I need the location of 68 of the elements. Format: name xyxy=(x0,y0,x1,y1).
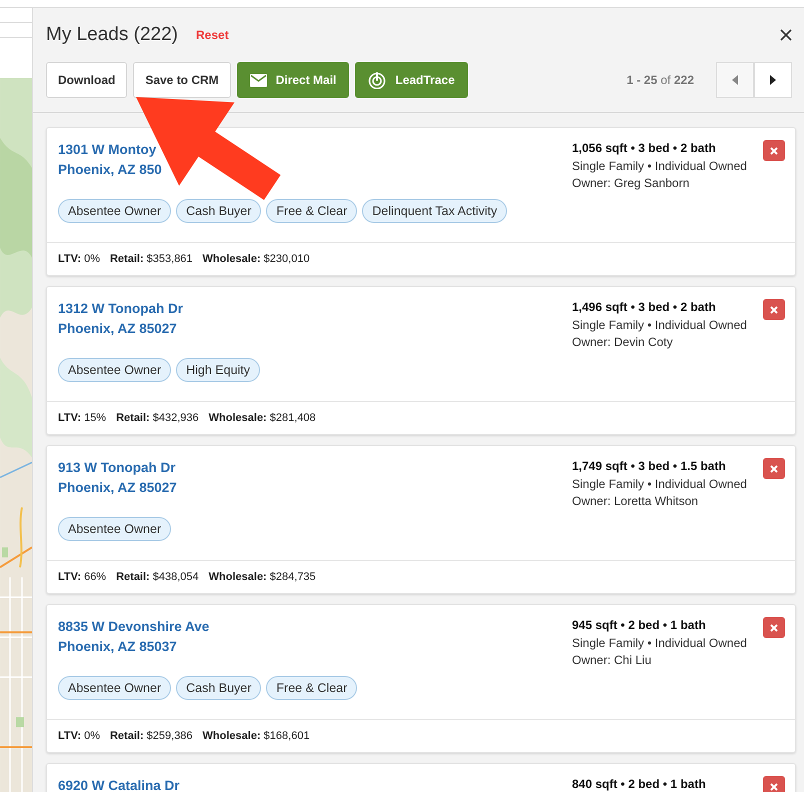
property-specs: 1,749 sqft • 3 bed • 1.5 bath xyxy=(572,458,727,475)
target-icon xyxy=(368,71,386,89)
lead-tag: Absentee Owner xyxy=(58,199,172,223)
owner-name: Owner: Chi Liu xyxy=(572,652,652,669)
owner-name: Owner: Greg Sanborn xyxy=(572,175,690,192)
close-button[interactable] xyxy=(780,29,792,41)
valuation-text: Wholesale: $168,601 xyxy=(202,730,310,742)
lead-tag: Cash Buyer xyxy=(176,676,262,700)
remove-button[interactable] xyxy=(763,776,785,792)
caret-left-icon xyxy=(732,75,738,85)
close-icon xyxy=(770,464,778,472)
valuation-text: Wholesale: $230,010 xyxy=(202,253,310,265)
address-link[interactable]: 1312 W Tonopah Dr xyxy=(58,299,572,319)
lead-tag: Cash Buyer xyxy=(176,199,262,223)
action-button[interactable]: LeadTrace xyxy=(355,62,468,98)
property-type: Single Family • Individual Owned xyxy=(572,158,748,174)
lead-tag: High Equity xyxy=(176,358,260,382)
property-type: Single Family • Individual Owned xyxy=(572,476,748,492)
address-link[interactable]: 8835 W Devonshire Ave xyxy=(58,617,572,637)
lead-tag: Free & Clear xyxy=(266,199,358,223)
page-range: 1 - 25 of 222 xyxy=(626,73,694,87)
envelope-icon xyxy=(250,74,267,86)
lead-tag: Absentee Owner xyxy=(58,358,172,382)
close-icon xyxy=(770,306,778,314)
property-specs: 1,496 sqft • 3 bed • 2 bath xyxy=(572,299,717,316)
valuation-text: Retail: $432,936 xyxy=(116,412,199,424)
property-type: Single Family • Individual Owned xyxy=(572,634,748,652)
panel-title: My Leads (222) xyxy=(46,24,178,46)
next-page-button[interactable] xyxy=(754,62,792,98)
lead-tag: Delinquent Tax Activity xyxy=(362,199,508,223)
property-specs: 1,056 sqft • 3 bed • 2 bath xyxy=(572,140,717,157)
address-link[interactable]: 1301 W Montoy xyxy=(58,140,572,160)
remove-button[interactable] xyxy=(763,617,785,638)
valuation-text: Retail: $259,386 xyxy=(110,730,193,742)
address-link[interactable]: 6920 W Catalina Dr xyxy=(58,776,572,792)
owner-name: Owner: Devin Coty xyxy=(572,334,674,351)
valuation-text: Wholesale: $281,408 xyxy=(208,412,316,424)
valuation-text: LTV: 0% xyxy=(58,253,100,265)
close-icon xyxy=(770,782,778,790)
property-specs: 840 sqft • 2 bed • 1 bath xyxy=(572,776,707,792)
address-link[interactable]: Phoenix, AZ 85027 xyxy=(58,319,572,339)
valuation-text: LTV: 15% xyxy=(58,412,106,424)
close-icon xyxy=(770,146,778,154)
lead-tag: Free & Clear xyxy=(266,676,358,700)
property-type: Single Family • Individual Owned xyxy=(572,316,748,334)
address-link[interactable]: 913 W Tonopah Dr xyxy=(58,458,572,478)
valuation-text: LTV: 0% xyxy=(58,730,100,742)
remove-button[interactable] xyxy=(763,299,785,320)
caret-right-icon xyxy=(770,75,776,85)
address-link[interactable]: Phoenix, AZ 850 xyxy=(58,160,572,180)
valuation-text: Wholesale: $284,735 xyxy=(208,571,316,583)
close-icon xyxy=(780,29,792,41)
reset-link[interactable]: Reset xyxy=(196,28,229,42)
remove-button[interactable] xyxy=(763,458,785,479)
action-button[interactable]: Direct Mail xyxy=(236,62,350,98)
lead-tag: Absentee Owner xyxy=(58,517,172,541)
owner-name: Owner: Loretta Whitson xyxy=(572,493,700,510)
lead-tag: Absentee Owner xyxy=(58,676,172,700)
close-icon xyxy=(770,624,778,632)
address-link[interactable]: Phoenix, AZ 85037 xyxy=(58,637,572,657)
valuation-text: Retail: $353,861 xyxy=(110,253,193,265)
property-specs: 945 sqft • 2 bed • 1 bath xyxy=(572,617,707,634)
address-link[interactable]: Phoenix, AZ 85027 xyxy=(58,478,572,498)
toolbar-button[interactable]: Save to CRM xyxy=(133,62,231,98)
toolbar-button[interactable]: Download xyxy=(46,62,128,98)
valuation-text: LTV: 66% xyxy=(58,571,106,583)
valuation-text: Retail: $438,054 xyxy=(116,571,199,583)
remove-button[interactable] xyxy=(763,140,785,161)
